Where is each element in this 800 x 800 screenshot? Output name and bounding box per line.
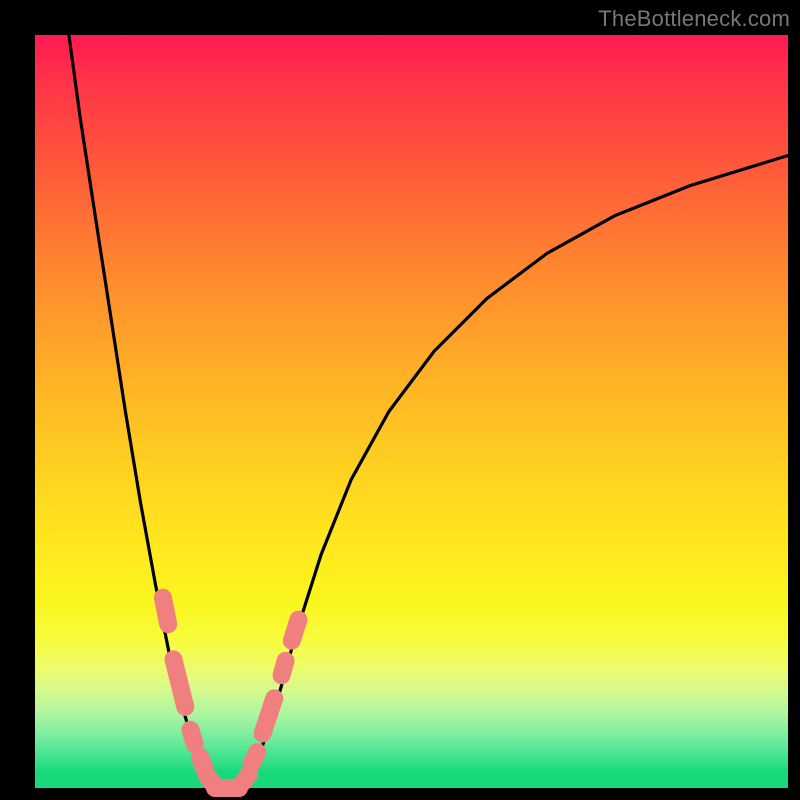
chart-frame: TheBottleneck.com <box>0 0 800 800</box>
curve-left <box>69 35 216 788</box>
curve-right <box>238 156 788 789</box>
plot-area <box>35 35 788 788</box>
watermark-text: TheBottleneck.com <box>598 6 790 32</box>
curve-svg <box>35 35 788 788</box>
